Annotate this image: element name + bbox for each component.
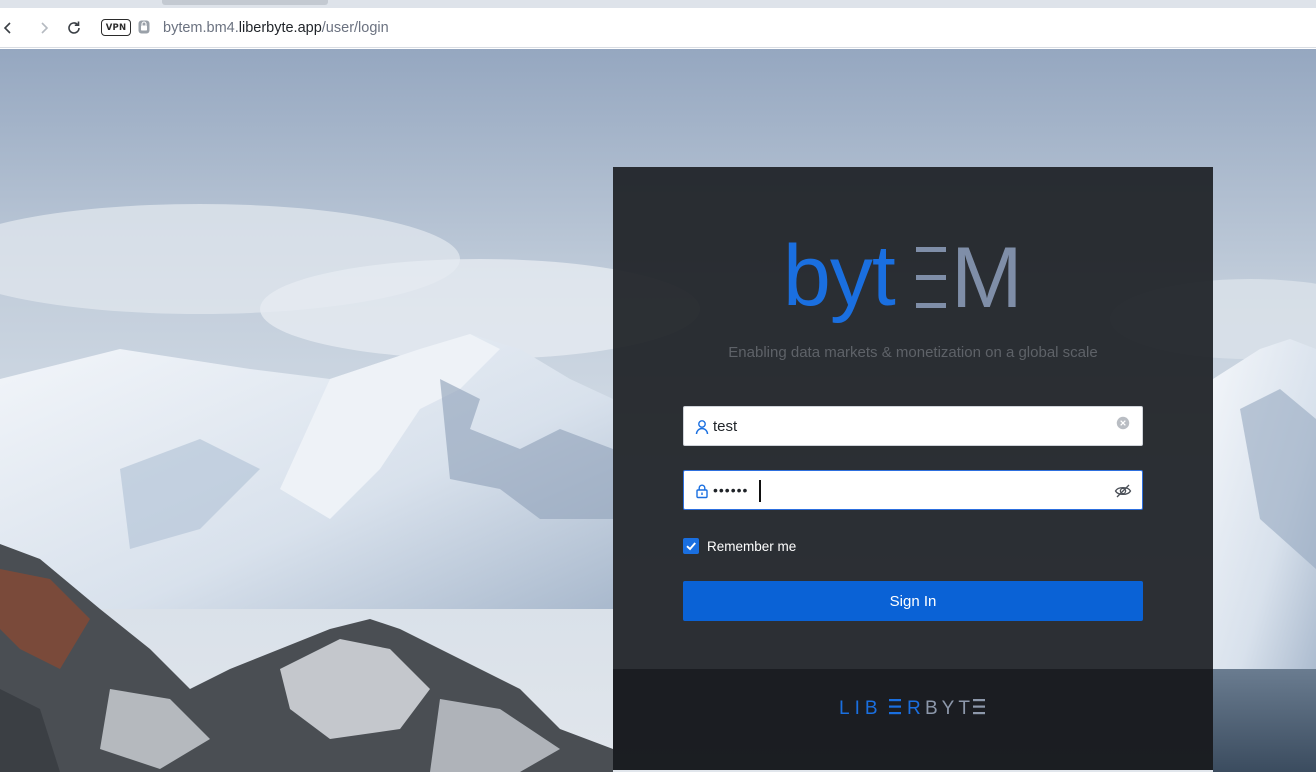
logo-e-mark (916, 247, 946, 308)
footer-e-mark-1 (889, 699, 901, 715)
lock-icon[interactable] (136, 19, 152, 35)
url-path: /user/login (321, 20, 389, 36)
chevron-left-icon (3, 22, 11, 34)
forward-button[interactable] (34, 18, 54, 38)
username-field[interactable] (683, 406, 1143, 446)
browser-toolbar: VPN bytem.bm4.liberbyte.app/user/login (0, 8, 1316, 48)
bytem-logo: byt M (783, 233, 1023, 326)
logo-text-m: M (951, 233, 1023, 326)
footer-brand-r: R (907, 698, 926, 718)
remember-me-checkbox[interactable] (683, 538, 699, 554)
browser-active-tab[interactable] (162, 0, 328, 5)
password-field[interactable] (683, 470, 1143, 510)
password-input[interactable] (713, 471, 1113, 509)
clear-icon[interactable] (1116, 416, 1130, 430)
chevron-right-icon (41, 22, 49, 34)
reload-icon (68, 21, 80, 34)
back-button[interactable] (0, 18, 18, 38)
address-bar[interactable]: bytem.bm4.liberbyte.app/user/login (163, 18, 389, 38)
url-host: liberbyte.app (238, 20, 322, 36)
sign-in-button[interactable]: Sign In (683, 581, 1143, 621)
footer-brand-byt: BYT (925, 698, 974, 718)
eye-off-icon[interactable] (1114, 482, 1132, 500)
text-caret (759, 480, 761, 502)
login-panel: byt M Enabling data markets & monetizati… (613, 167, 1213, 770)
user-icon (695, 420, 709, 435)
logo-text-byt: byt (783, 233, 896, 324)
tagline: Enabling data markets & monetization on … (728, 344, 1098, 361)
password-lock-icon (696, 484, 708, 499)
footer-e-mark-2 (973, 699, 985, 715)
liberbyte-logo: LIB R BYT (839, 698, 985, 718)
panel-footer: LIB R BYT (613, 669, 1213, 770)
check-icon (686, 542, 696, 551)
remember-me[interactable]: Remember me (683, 538, 796, 554)
remember-me-label[interactable]: Remember me (707, 539, 796, 554)
vpn-badge[interactable]: VPN (101, 19, 131, 36)
footer-brand-lib: LIB (839, 698, 883, 718)
reload-button[interactable] (64, 18, 84, 38)
username-input[interactable] (713, 407, 1113, 445)
url-subdomain: bytem.bm4. (163, 20, 239, 36)
